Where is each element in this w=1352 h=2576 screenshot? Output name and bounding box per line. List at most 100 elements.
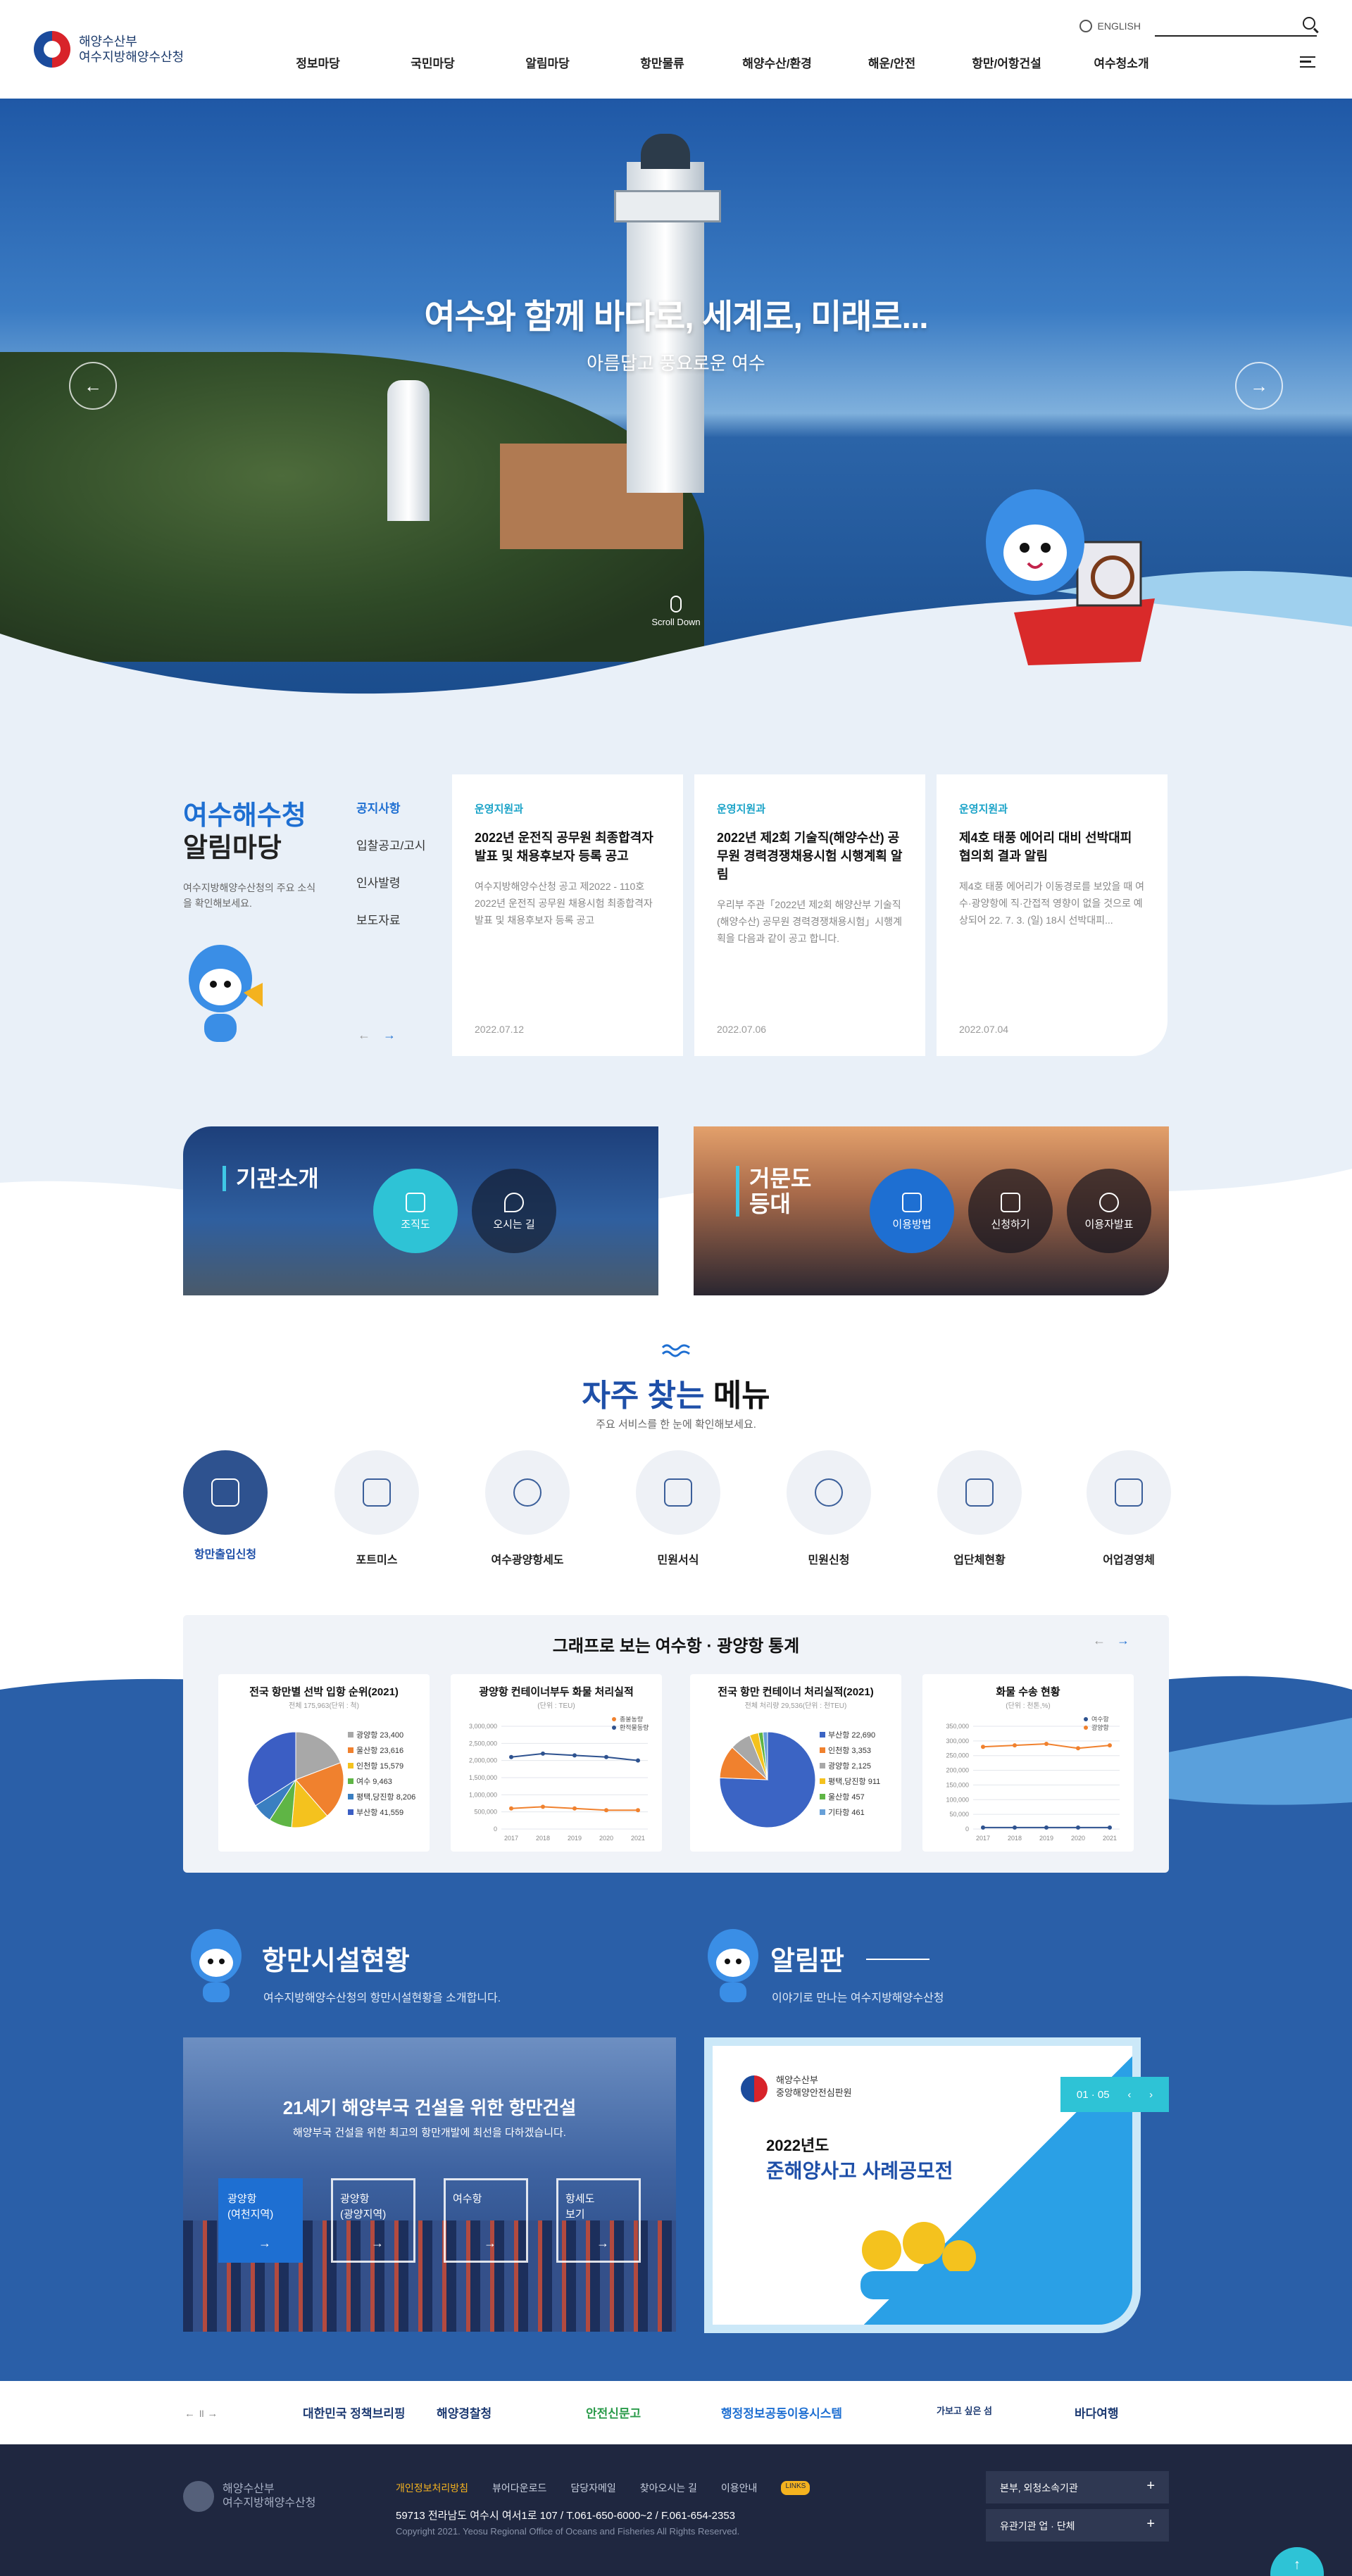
main-nav: 정보마당 국민마당 알림마당 항만물류 해양수산/환경 해운/안전 항만/어항건… xyxy=(261,54,1179,71)
partner-logo[interactable]: 대한민국 정책브리핑 xyxy=(303,2404,405,2421)
search-input[interactable] xyxy=(1155,15,1317,37)
tab-press[interactable]: 보도자료 xyxy=(356,910,426,928)
nav-item-notice[interactable]: 알림마당 xyxy=(490,54,605,71)
footer-link-directions[interactable]: 찾아오시는 길 xyxy=(640,2481,697,2495)
stats-title: 그래프로 보는 여수항 · 광양항 통계 xyxy=(552,1637,800,1656)
usage-button[interactable]: 이용방법 xyxy=(870,1169,954,1253)
board-page-indicator: 01 · 05 xyxy=(1076,2088,1110,2101)
frequent-menu-subtitle: 주요 서비스를 한 눈에 확인해보세요. xyxy=(596,1419,756,1431)
apply-button[interactable]: 신청하기 xyxy=(968,1169,1053,1253)
quick-menu-forms[interactable]: 민원서식 xyxy=(632,1450,724,1567)
board-illustration xyxy=(860,2222,980,2299)
partner-logo[interactable]: 해양경찰청 xyxy=(437,2404,492,2421)
partner-logo[interactable]: 가보고 싶은 섬 xyxy=(937,2404,992,2417)
port-button-yeosu[interactable]: 여수항 → xyxy=(444,2178,528,2263)
announcement-button[interactable]: 이용자발표 xyxy=(1067,1169,1151,1253)
x-tick-label: 2019 xyxy=(1039,1835,1053,1842)
legend-swatch xyxy=(820,1794,825,1799)
notice-next-button[interactable]: → xyxy=(383,1028,396,1043)
nav-item-safety[interactable]: 해운/안전 xyxy=(834,54,949,71)
hero-next-button[interactable]: → xyxy=(1235,362,1283,410)
scroll-down-indicator[interactable]: Scroll Down xyxy=(641,596,711,627)
partner-logo[interactable]: 행정정보공동이용시스템 xyxy=(721,2404,842,2421)
facility-title: 항만시설현황 xyxy=(262,1947,410,1976)
legend-swatch xyxy=(348,1778,353,1784)
directions-button[interactable]: 오시는 길 xyxy=(472,1169,556,1253)
partner-logo[interactable]: 바다여행 xyxy=(1075,2404,1119,2421)
mascot-boat-icon xyxy=(986,489,1155,665)
partner-links: ← ॥ → 대한민국 정책브리핑 해양경찰청 안전신문고 행정정보공동이용시스템… xyxy=(0,2381,1352,2444)
related-orgs-select[interactable]: 유관기관 업 · 단체 + xyxy=(986,2509,1169,2542)
chart-title: 광양항 컨테이너부두 화물 처리실적 xyxy=(479,1686,634,1698)
chart-title: 화물 수송 현황 xyxy=(996,1686,1060,1698)
language-link[interactable]: ENGLISH xyxy=(1079,20,1141,32)
plus-icon: + xyxy=(1146,2516,1155,2532)
data-point xyxy=(1108,1743,1112,1748)
pie-label: 기타항 461 xyxy=(828,1808,865,1817)
notice-card[interactable]: 운영지원과 2022년 운전직 공무원 최종합격자 발표 및 채용후보자 등록 … xyxy=(452,774,683,1056)
quick-menu-portmis[interactable]: 포트미스 xyxy=(331,1450,423,1567)
logo-line2: 여수지방해양수산청 xyxy=(79,50,184,64)
quick-menu-fishery-business[interactable]: 어업경영체 xyxy=(1083,1450,1175,1567)
tab-notice[interactable]: 공지사항 xyxy=(356,798,426,816)
nav-item-citizen[interactable]: 국민마당 xyxy=(375,54,490,71)
nav-item-construction[interactable]: 항만/어항건설 xyxy=(949,54,1064,71)
hamburger-menu-icon[interactable] xyxy=(1300,56,1315,68)
footer-logo: 해양수산부 여수지방해양수산청 xyxy=(183,2481,315,2512)
quick-menu-civil-request[interactable]: 민원신청 xyxy=(783,1450,875,1567)
board-pager: 01 · 05 ‹ › xyxy=(1060,2077,1169,2112)
org-intro-banner: 기관소개 조직도 오시는 길 xyxy=(183,1126,658,1295)
footer-link-privacy[interactable]: 개인정보처리방침 xyxy=(396,2481,468,2495)
org-chart-button[interactable]: 조직도 xyxy=(373,1169,458,1253)
quick-menu-port-access[interactable]: 항만출입신청 xyxy=(180,1450,271,1562)
board-org: 해양수산부 중앙해양안전심판원 xyxy=(741,2074,852,2102)
mascot-icon xyxy=(708,1929,758,2002)
board-title: 알림판 xyxy=(770,1947,844,1976)
related-sites-select[interactable]: 본부, 외청소속기관 + xyxy=(986,2471,1169,2503)
footer-link-guide[interactable]: 이용안내 xyxy=(721,2481,758,2495)
tab-personnel[interactable]: 인사발령 xyxy=(356,873,426,891)
search-icon[interactable] xyxy=(1303,17,1315,30)
notice-prev-button[interactable]: ← xyxy=(358,1028,370,1043)
partner-logo[interactable]: 안전신문고 xyxy=(586,2404,641,2421)
card-title: 2022년 제2회 기술직(해양수산) 공무원 경력경쟁채용시험 시행계획 알림 xyxy=(717,831,903,881)
footer-address: 59713 전라남도 여수시 여서1로 107 / T.061-650-6000… xyxy=(396,2510,736,2522)
arrow-right-icon: → xyxy=(258,2236,271,2250)
y-tick-label: 150,000 xyxy=(946,1781,969,1788)
nav-item-logistics[interactable]: 항만물류 xyxy=(605,54,720,71)
stats-prev-button[interactable]: ← xyxy=(1093,1633,1106,1648)
lighthouse-title: 거문도 등대 xyxy=(736,1166,811,1217)
pie-label: 광양항 23,400 xyxy=(356,1730,403,1740)
nav-item-info[interactable]: 정보마당 xyxy=(261,54,375,71)
notice-card[interactable]: 운영지원과 2022년 제2회 기술직(해양수산) 공무원 경력경쟁채용시험 시… xyxy=(694,774,925,1056)
guide-icon xyxy=(902,1193,922,1212)
quick-menu-organizations[interactable]: 업단체현황 xyxy=(934,1450,1025,1567)
partner-pager[interactable]: ← ॥ → xyxy=(184,2406,218,2420)
x-tick-label: 2017 xyxy=(504,1835,518,1842)
stats-next-button[interactable]: → xyxy=(1117,1633,1129,1648)
tab-bid[interactable]: 입찰공고/고시 xyxy=(356,836,426,853)
port-button-gwangyang-area[interactable]: 광양항 (광양지역) → xyxy=(331,2178,415,2263)
nav-item-about[interactable]: 여수청소개 xyxy=(1064,54,1179,71)
pie-label: 인천항 3,353 xyxy=(828,1745,871,1755)
legend-label: 광양항 xyxy=(1091,1723,1109,1731)
mascot-megaphone-icon xyxy=(189,945,263,1042)
port-construction-panel: 21세기 해양부국 건설을 위한 항만건설 해양부국 건설을 위한 최고의 항만… xyxy=(183,2037,676,2332)
notice-description: 여수지방해양수산청의 주요 소식을 확인해보세요. xyxy=(183,882,316,909)
card-category: 운영지원과 xyxy=(959,803,1008,815)
chevron-right-icon[interactable]: › xyxy=(1149,2089,1153,2101)
nav-item-fisheries[interactable]: 해양수산/환경 xyxy=(720,54,834,71)
language-label: ENGLISH xyxy=(1097,20,1141,32)
taegeuk-logo-icon xyxy=(741,2075,768,2102)
y-tick-label: 350,000 xyxy=(946,1723,969,1730)
footer-link-viewer[interactable]: 뷰어다운로드 xyxy=(492,2481,546,2495)
port-button-map[interactable]: 항세도 보기 → xyxy=(556,2178,641,2263)
port-button-gwangyang-yeocheon[interactable]: 광양항 (여천지역) → xyxy=(218,2178,303,2263)
chevron-left-icon[interactable]: ‹ xyxy=(1127,2089,1131,2101)
notice-card[interactable]: 운영지원과 제4호 태풍 에어리 대비 선박대피 협의회 결과 알림 제4호 태… xyxy=(937,774,1168,1056)
quick-menu-port-map[interactable]: 여수광양항세도 xyxy=(482,1450,573,1567)
footer-link-email[interactable]: 담당자메일 xyxy=(570,2481,615,2495)
card-title: 제4호 태풍 에어리 대비 선박대피 협의회 결과 알림 xyxy=(959,831,1132,863)
hero-prev-button[interactable]: ← xyxy=(69,362,117,410)
site-logo[interactable]: 해양수산부 여수지방해양수산청 xyxy=(34,31,184,68)
